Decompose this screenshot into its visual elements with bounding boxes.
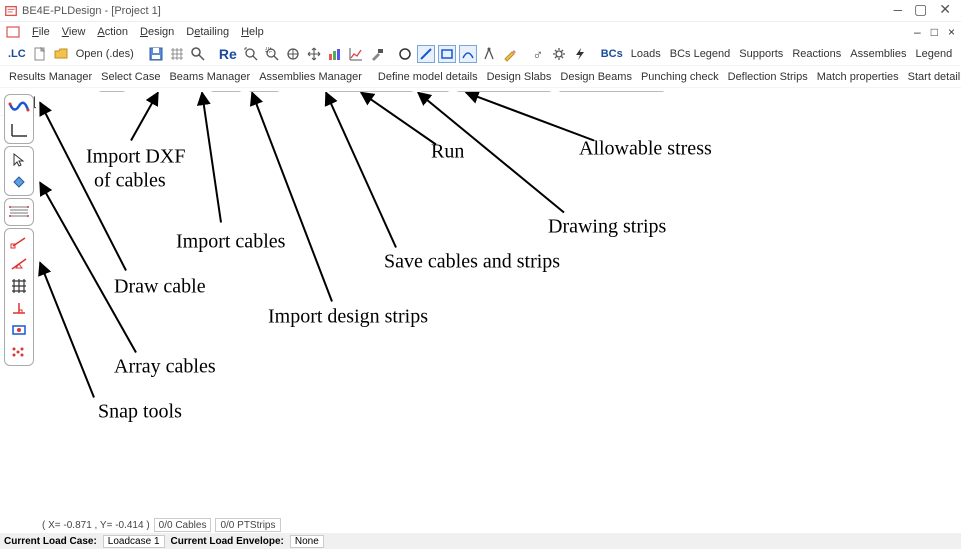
menu-file[interactable]: File [32,26,50,38]
grid-icon[interactable] [168,45,186,63]
maximize-button[interactable]: ▢ [914,2,927,19]
arc-tool-icon[interactable] [459,45,477,63]
annot-import-dxf-2: of cables [94,170,166,192]
annot-allowable-stress: Allowable stress [579,138,712,160]
axis-tool-icon[interactable] [7,120,31,140]
menu-bar: File View Action Design Detailing Help –… [0,22,961,42]
annot-array-cables: Array cables [114,356,216,378]
title-bar: BE4E-PLDesign - [Project 1] — ▢ ✕ [0,0,961,22]
mdi-minimize-button[interactable]: – [914,25,921,39]
zoom-all-icon[interactable] [284,45,302,63]
male-icon[interactable]: ♂ [529,45,547,63]
status-bar: ( X= -0.871 , Y= -0.414 ) 0/0 Cables 0/0… [0,517,961,533]
loads-button[interactable]: Loads [631,48,661,60]
start-detailing-button[interactable]: Start detailing [908,71,961,83]
bcs-button[interactable]: BCs [601,48,623,60]
design-beams-button[interactable]: Design Beams [560,71,632,83]
mdi-icon[interactable] [6,25,20,39]
zoom-window-icon[interactable] [263,45,281,63]
bcs-legend-button[interactable]: BCs Legend [670,48,731,60]
annot-import-cables: Import cables [176,231,286,253]
toolbar-1: .LC Open (.des) Re ♂ BCs Loads BCs Legen… [0,42,961,66]
beams-manager-button[interactable]: Beams Manager [169,71,250,83]
supports-button[interactable]: Supports [739,48,783,60]
mdi-close-button[interactable]: × [948,25,955,39]
legend-button[interactable]: Legend [915,48,952,60]
rect-tool-icon[interactable] [438,45,456,63]
close-button[interactable]: ✕ [939,2,951,19]
mdi-restore-button[interactable]: □ [931,25,938,39]
diamond-icon[interactable] [7,172,31,192]
window-title: BE4E-PLDesign - [Project 1] [22,5,161,17]
coords-readout: ( X= -0.871 , Y= -0.414 ) [42,520,150,531]
canvas[interactable]: Import DXF of cables Import cables Impor… [36,92,961,517]
annot-drawing-strips: Drawing strips [548,216,667,238]
annot-save-cables-strips: Save cables and strips [384,251,560,273]
compass-icon[interactable] [480,45,498,63]
menu-action[interactable]: Action [97,26,128,38]
cables-count: 0/0 Cables [154,518,212,532]
bars-icon[interactable] [326,45,344,63]
snap-object-icon[interactable] [7,320,31,340]
loadcase-value[interactable]: Loadcase 1 [103,535,165,548]
snap-endpoint-icon[interactable] [7,232,31,252]
pencil-icon[interactable] [501,45,519,63]
cable-curve-icon[interactable] [7,98,31,118]
loadcase-label: Current Load Case: [4,536,97,547]
left-dock [4,94,34,366]
menu-view[interactable]: View [62,26,86,38]
annot-snap-tools: Snap tools [98,401,182,423]
pan-icon[interactable] [305,45,323,63]
snap-perpendicular-icon[interactable] [7,298,31,318]
hammer-icon[interactable] [368,45,386,63]
punching-check-button[interactable]: Punching check [641,71,719,83]
select-case-button[interactable]: Select Case [101,71,160,83]
search-icon[interactable] [189,45,207,63]
design-slabs-button[interactable]: Design Slabs [487,71,552,83]
ptstrips-count: 0/0 PTStrips [215,518,280,532]
annot-import-dxf-1: Import DXF [86,146,185,168]
assemblies-button[interactable]: Assemblies [850,48,906,60]
match-properties-button[interactable]: Match properties [817,71,899,83]
annot-draw-cable: Draw cable [114,276,206,298]
snap-node-icon[interactable] [7,342,31,362]
reactions-button[interactable]: Reactions [792,48,841,60]
results-manager-button[interactable]: Results Manager [9,71,92,83]
open-des-button[interactable]: Open (.des) [76,48,134,60]
envelope-label: Current Load Envelope: [171,536,284,547]
menu-design[interactable]: Design [140,26,174,38]
lc-button[interactable]: .LC [8,48,26,60]
annot-run: Run [431,141,464,163]
menu-detailing[interactable]: Detailing [186,26,229,38]
envelope-value[interactable]: None [290,535,324,548]
app-icon [4,4,18,18]
pointer-icon[interactable] [7,150,31,170]
folder-icon[interactable] [52,45,70,63]
bolt-icon[interactable] [571,45,589,63]
new-icon[interactable] [31,45,49,63]
circle-icon[interactable] [396,45,414,63]
define-model-details-button[interactable]: Define model details [378,71,478,83]
annot-import-design-strips: Import design strips [268,306,428,328]
toolbar-2: Results Manager Select Case Beams Manage… [0,66,961,88]
gear-icon[interactable] [550,45,568,63]
deflection-strips-button[interactable]: Deflection Strips [728,71,808,83]
snap-grid-icon[interactable] [7,276,31,296]
chart-icon[interactable] [347,45,365,63]
zoom-extents-icon[interactable] [242,45,260,63]
line-tool-icon[interactable] [417,45,435,63]
menu-help[interactable]: Help [241,26,264,38]
snap-midpoint-icon[interactable] [7,254,31,274]
minimize-button[interactable]: — [894,3,902,19]
bottom-bar: Current Load Case: Loadcase 1 Current Lo… [0,533,961,549]
array-cables-icon[interactable] [7,202,31,222]
save-icon[interactable] [147,45,165,63]
re-button[interactable]: Re [219,46,237,62]
assemblies-manager-button[interactable]: Assemblies Manager [259,71,362,83]
